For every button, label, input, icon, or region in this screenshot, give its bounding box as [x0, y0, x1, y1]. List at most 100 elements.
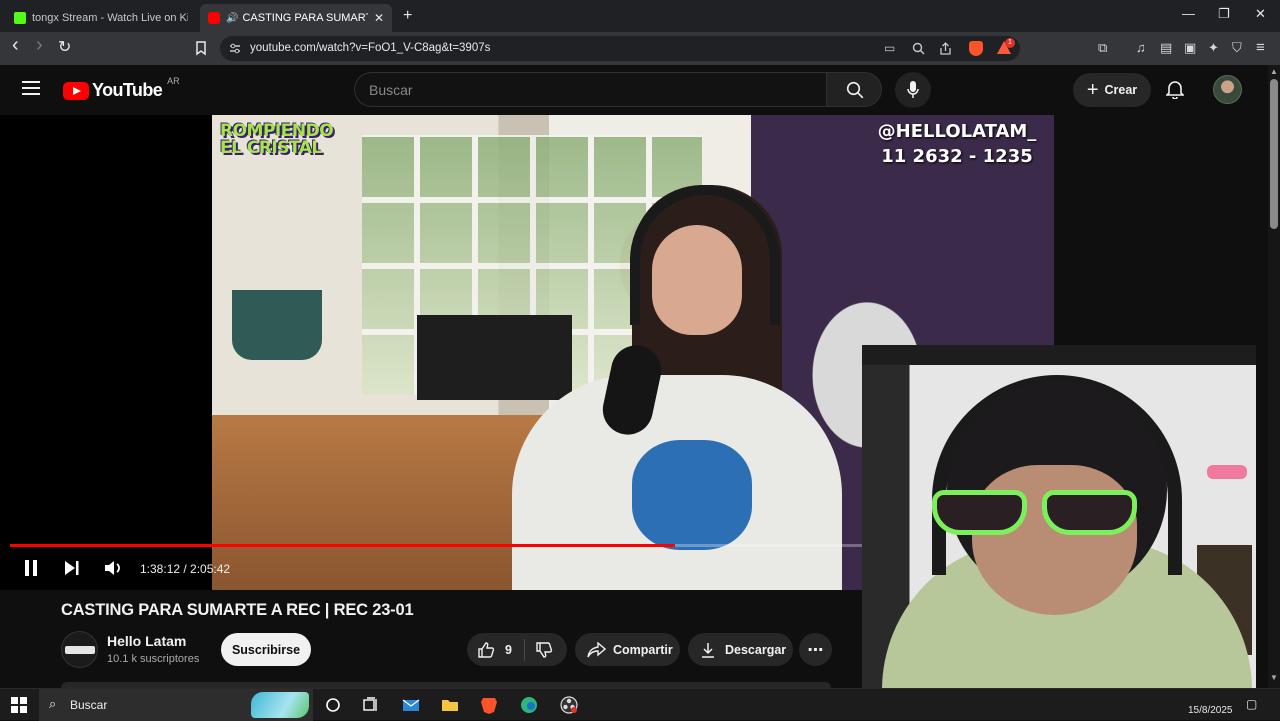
progress-bar[interactable]	[10, 544, 862, 547]
like-count[interactable]: 9	[505, 643, 512, 657]
voice-search-button[interactable]	[895, 72, 931, 108]
microphone-icon	[907, 81, 919, 98]
browser-menu-icon[interactable]: ≡	[1256, 39, 1265, 56]
scrollbar-thumb[interactable]	[1270, 79, 1278, 229]
address-bar[interactable]: youtube.com/watch?v=FoO1_V-C8ag&t=3907s …	[220, 36, 1020, 61]
edge-icon[interactable]	[519, 695, 539, 715]
subscribe-button[interactable]: Suscribirse	[221, 633, 311, 666]
progress-played	[10, 544, 676, 547]
share-page-icon[interactable]	[939, 42, 953, 55]
url-text: youtube.com/watch?v=FoO1_V-C8ag&t=3907s	[250, 42, 491, 54]
pause-icon[interactable]	[23, 559, 39, 577]
channel-name[interactable]: Hello Latam	[107, 633, 186, 649]
tab-title: CASTING PARA SUMARTE A REC | REC 23-01	[242, 12, 367, 24]
player-controls: 1:38:12 / 2:05:42	[0, 553, 862, 583]
sidebar-icon[interactable]: ▤	[1160, 40, 1172, 56]
guide-menu-icon[interactable]	[22, 81, 40, 95]
next-video-icon[interactable]	[64, 560, 80, 576]
restore-icon[interactable]: ❐	[1218, 6, 1230, 22]
youtube-logo[interactable]: YouTube AR	[63, 76, 180, 101]
download-label: Descargar	[725, 642, 787, 657]
leo-ai-icon[interactable]: ✦	[1208, 40, 1219, 56]
youtube-wordmark: YouTube	[92, 80, 163, 100]
volume-icon[interactable]	[104, 559, 123, 577]
back-icon[interactable]: ‹	[12, 34, 19, 57]
search-input[interactable]	[369, 82, 789, 98]
show-logo-overlay: ROMPIENDO EL CRISTAL	[220, 121, 334, 158]
forward-icon[interactable]: ›	[36, 34, 43, 57]
like-dislike-group: 9	[467, 633, 567, 666]
browser-tab-strip: tongx Stream - Watch Live on Kick 🔊 CAST…	[0, 0, 1280, 32]
dislike-icon[interactable]	[535, 641, 553, 659]
channel-avatar[interactable]	[61, 631, 98, 668]
create-label: Crear	[1104, 83, 1138, 97]
wallet-icon[interactable]: ▣	[1184, 40, 1196, 56]
minimize-icon[interactable]: —	[1182, 6, 1195, 21]
obs-icon[interactable]	[559, 695, 579, 715]
share-button[interactable]: Compartir	[575, 633, 680, 666]
download-icon	[702, 642, 714, 658]
plus-icon: +	[1086, 79, 1099, 101]
headphones-shape	[630, 185, 780, 325]
tab-close-icon[interactable]: ✕	[374, 11, 384, 25]
handle-text: @HELLOLATAM_	[877, 121, 1037, 142]
tab-title: tongx Stream - Watch Live on Kick	[32, 12, 188, 24]
window-close-icon[interactable]: ✕	[1255, 6, 1266, 22]
cortana-icon[interactable]	[323, 695, 343, 715]
more-icon: ⋯	[807, 641, 824, 659]
taskbar-date[interactable]: 15/8/2025	[1188, 705, 1233, 716]
windows-start-icon[interactable]	[11, 697, 27, 713]
search-highlight-art	[251, 692, 309, 718]
subscriber-count: 10.1 k suscriptores	[107, 653, 200, 665]
rewards-badge: 1	[1005, 38, 1015, 48]
share-label: Compartir	[613, 642, 673, 657]
bookmark-icon[interactable]	[195, 41, 207, 56]
brave-shields-icon[interactable]	[969, 41, 983, 56]
notifications-bell-icon[interactable]	[1166, 79, 1184, 99]
timecode: 1:38:12 / 2:05:42	[140, 562, 231, 576]
video-player[interactable]: ROMPIENDO EL CRISTAL @HELLOLATAM_ 11 263…	[0, 115, 1054, 590]
create-button[interactable]: + Crear	[1073, 73, 1151, 107]
search-button[interactable]	[826, 72, 882, 107]
audio-playing-icon: 🔊	[226, 12, 239, 24]
like-icon[interactable]	[477, 641, 495, 659]
channel-handle-overlay: @HELLOLATAM_ 11 2632 - 1235	[867, 119, 1047, 169]
task-view-icon[interactable]	[361, 695, 381, 715]
video-title: CASTING PARA SUMARTE A REC | REC 23-01	[61, 601, 414, 619]
file-explorer-icon[interactable]	[440, 695, 460, 715]
screenshot-icon[interactable]: ⧉	[1098, 40, 1107, 56]
tab-youtube-video[interactable]: 🔊 CASTING PARA SUMARTE A REC | REC 23-01…	[200, 4, 392, 32]
action-center-icon[interactable]: ▢	[1246, 697, 1257, 711]
brave-taskbar-icon[interactable]	[479, 695, 499, 715]
new-tab-icon[interactable]: +	[403, 7, 412, 25]
plant-pot	[232, 290, 322, 360]
taskbar-search[interactable]: ⌕ Buscar	[39, 689, 313, 721]
windows-taskbar: ⌕ Buscar 15/8/2025 ▢	[0, 688, 1280, 721]
kick-favicon-icon	[14, 12, 26, 24]
tab-kick-stream[interactable]: tongx Stream - Watch Live on Kick	[6, 4, 196, 32]
reload-icon[interactable]: ↻	[58, 37, 71, 57]
more-actions-button[interactable]: ⋯	[799, 633, 832, 666]
search-box[interactable]	[354, 72, 826, 107]
site-settings-icon[interactable]	[229, 43, 241, 54]
mail-icon[interactable]	[401, 695, 421, 715]
country-code: AR	[167, 75, 180, 86]
search-icon	[846, 81, 864, 99]
zoom-icon[interactable]	[912, 42, 925, 55]
youtube-header: YouTube AR + Crear	[0, 65, 1268, 115]
media-icon[interactable]: ♫	[1136, 40, 1146, 55]
taskbar-search-icon: ⌕	[49, 696, 57, 711]
youtube-play-logo-icon	[63, 81, 89, 100]
scroll-up-icon[interactable]: ▲	[1270, 67, 1278, 76]
download-button[interactable]: Descargar	[688, 633, 793, 666]
account-avatar[interactable]	[1213, 75, 1242, 104]
webcam-overlay	[862, 345, 1256, 705]
phone-text: 11 2632 - 1235	[881, 146, 1033, 167]
youtube-favicon-icon	[208, 12, 220, 24]
page-scrollbar[interactable]: ▲ ▼	[1268, 65, 1280, 688]
vpn-icon[interactable]: ⛉	[1232, 40, 1242, 56]
green-sunglasses	[932, 490, 1172, 540]
cast-icon[interactable]: ▭	[884, 41, 895, 55]
browser-toolbar: ‹ › ↻ youtube.com/watch?v=FoO1_V-C8ag&t=…	[0, 32, 1280, 65]
scroll-down-icon[interactable]: ▼	[1270, 673, 1278, 682]
